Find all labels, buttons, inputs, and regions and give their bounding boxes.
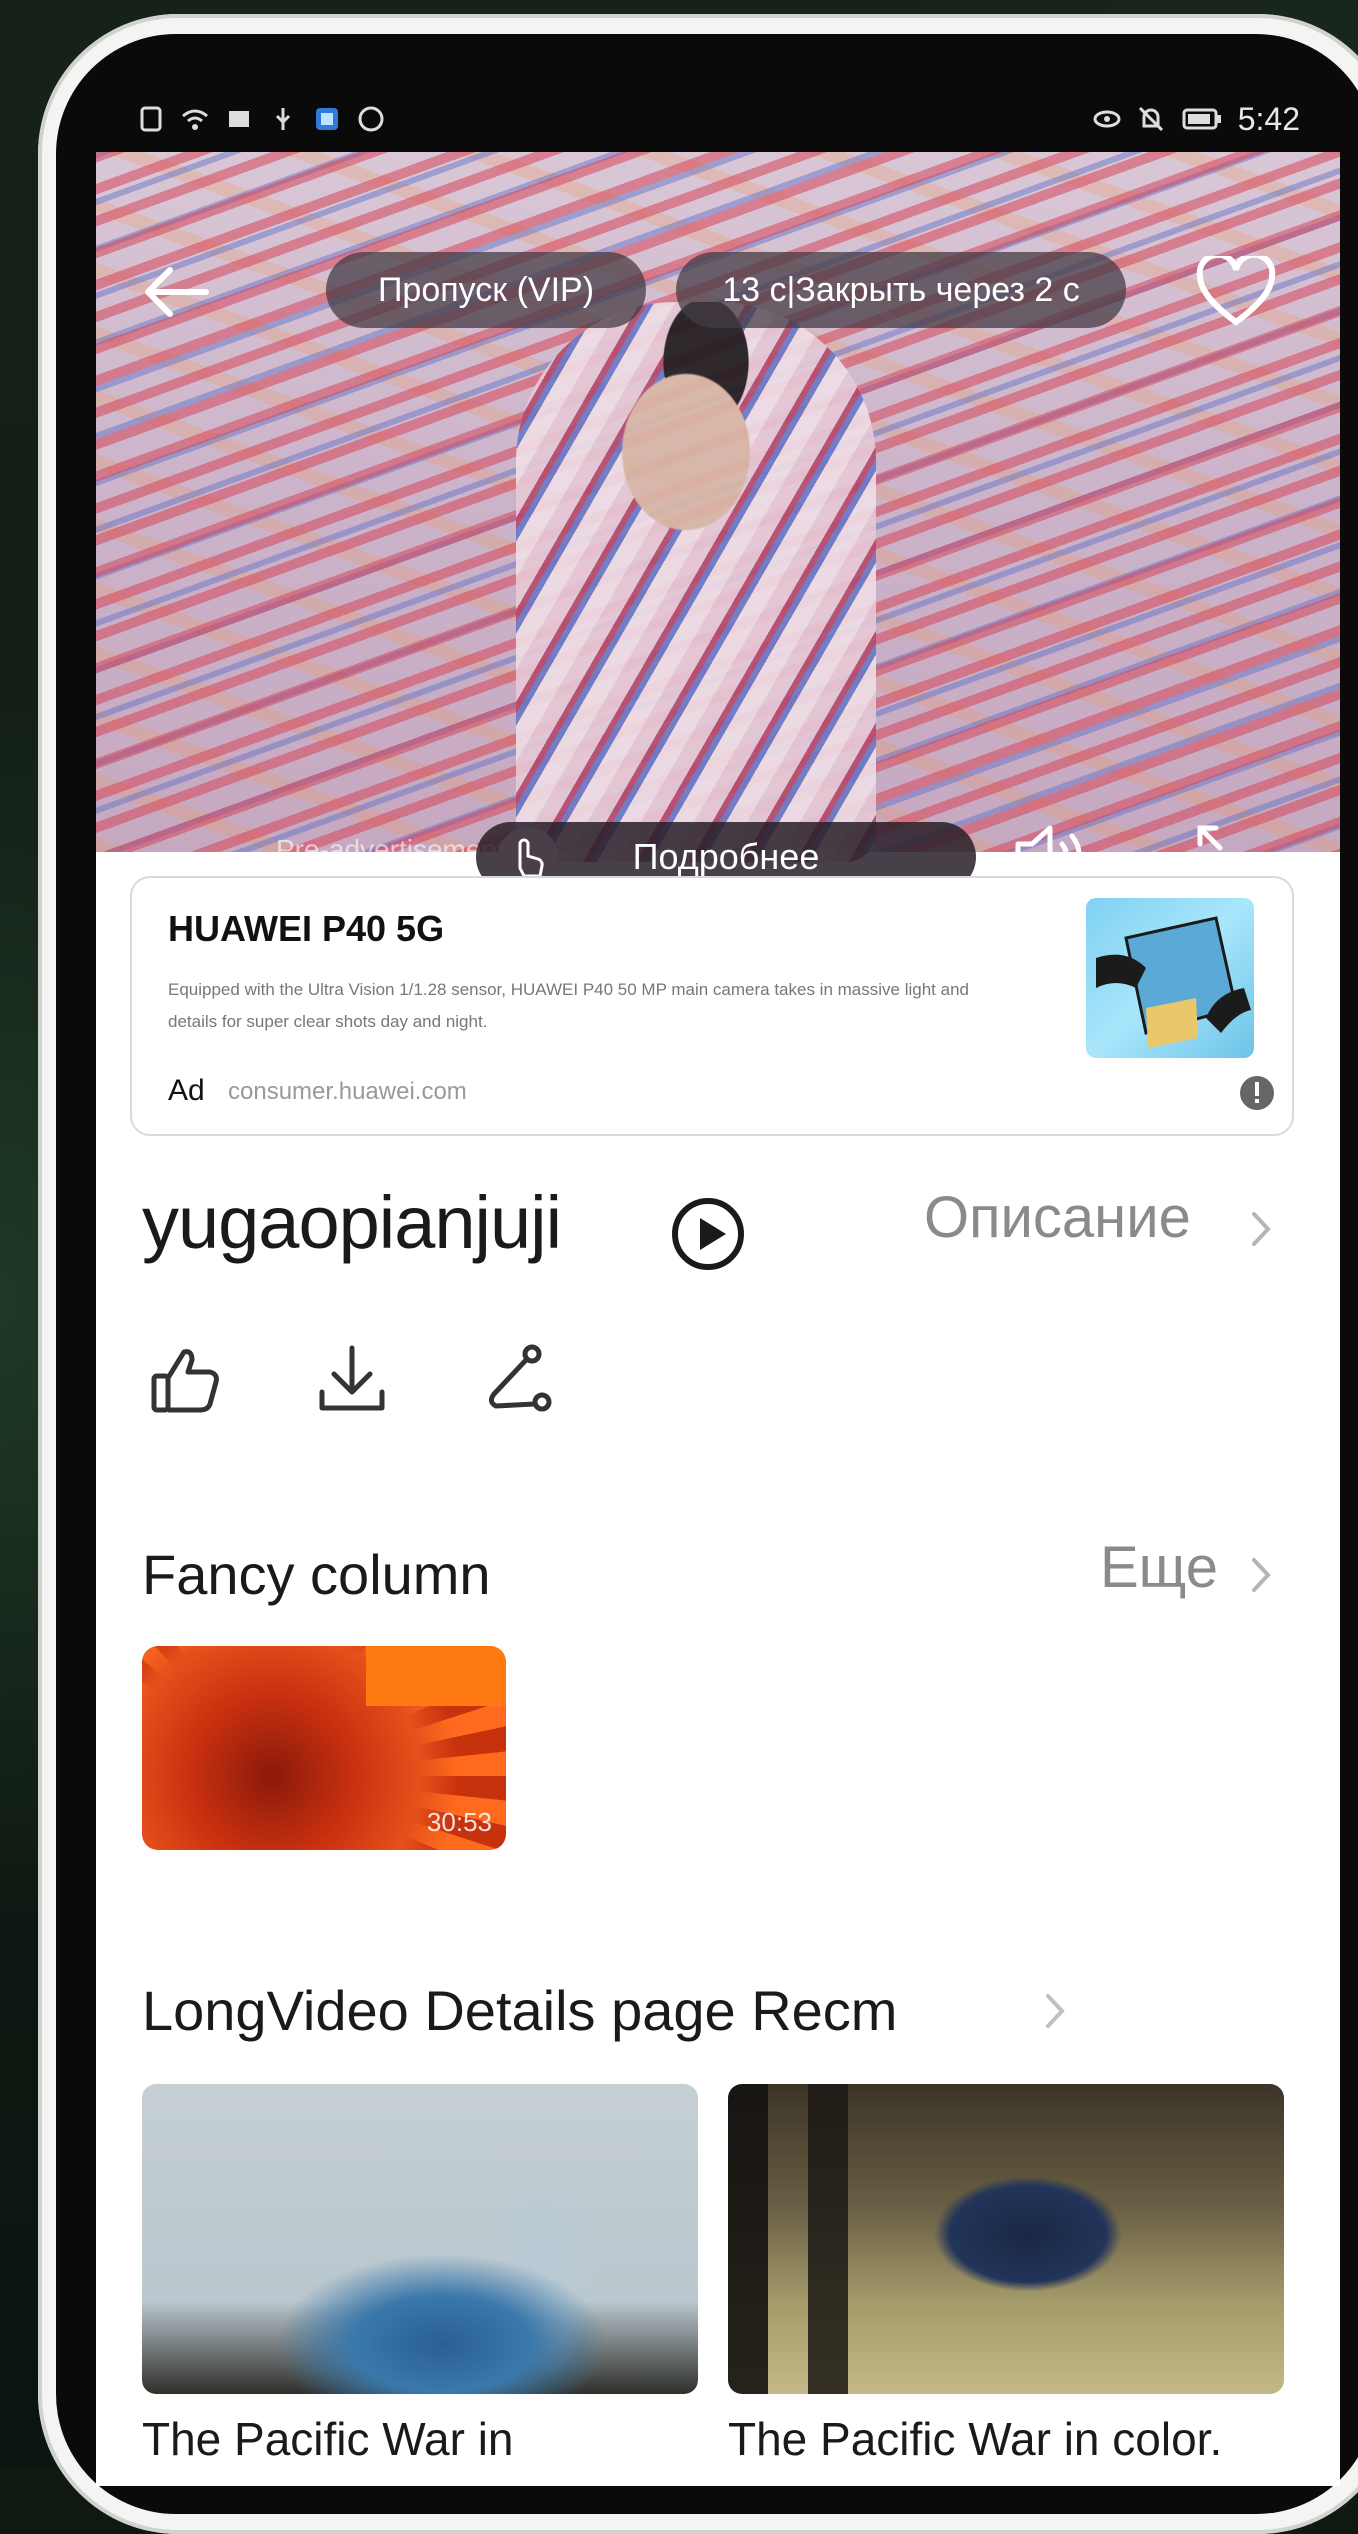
usb-icon <box>275 108 291 130</box>
wifi-icon <box>182 109 208 130</box>
phone-hands-illustration <box>1096 916 1251 1048</box>
description-link[interactable]: Описание <box>924 1184 1191 1251</box>
info-icon[interactable] <box>1238 1074 1276 1112</box>
chevron-right-icon[interactable] <box>1246 1204 1276 1254</box>
recommendation-title[interactable]: The Pacific War in <box>142 2412 514 2466</box>
action-row <box>146 1340 558 1420</box>
fancy-column-heading: Fancy column <box>142 1543 491 1606</box>
fancy-column-thumbnail[interactable]: 30:53 <box>142 1646 506 1850</box>
ad-description: Equipped with the Ultra Vision 1/1.28 se… <box>168 980 969 1031</box>
heart-icon[interactable] <box>1196 256 1276 328</box>
video-duration: 30:53 <box>426 1807 492 1837</box>
video-player[interactable]: Пропуск (VIP) 13 с|Закрыть через 2 с Pre… <box>96 152 1340 892</box>
recommendation-thumbnail[interactable] <box>142 2084 698 2394</box>
ad-title: HUAWEI P40 5G <box>168 908 445 949</box>
skip-ad-vip-button[interactable]: Пропуск (VIP) <box>326 252 646 328</box>
ad-label: Ad <box>168 1074 205 1107</box>
pre-advertisement-label: Pre-advertisement <box>276 834 505 865</box>
eye-comfort-icon <box>1093 110 1121 128</box>
download-icon[interactable] <box>312 1340 392 1420</box>
recommendation-title[interactable]: The Pacific War in color. <box>728 2412 1222 2466</box>
recommendation-thumbnail[interactable] <box>728 2084 1284 2394</box>
ad-card[interactable]: HUAWEI P40 5G Equipped with the Ultra Vi… <box>130 876 1294 1136</box>
recommendations-heading[interactable]: LongVideo Details page Recm <box>142 1978 897 2043</box>
chevron-right-icon[interactable] <box>1040 1986 1070 2036</box>
whatsapp-icon <box>358 106 384 132</box>
clock: 5:42 <box>1237 100 1300 137</box>
ad-product-image <box>1086 898 1254 1058</box>
share-icon[interactable] <box>478 1340 558 1420</box>
ad-domain[interactable]: consumer.huawei.com <box>228 1078 467 1106</box>
app-notification-icon <box>316 108 338 130</box>
back-arrow-icon[interactable] <box>136 252 216 332</box>
mute-bell-icon <box>1138 106 1163 132</box>
video-frame-figure <box>516 302 876 862</box>
message-icon <box>229 111 249 127</box>
thumbnail-corner <box>366 1646 506 1706</box>
battery-icon <box>1182 108 1221 130</box>
sim-icon <box>140 106 162 132</box>
screen: Пропуск (VIP) 13 с|Закрыть через 2 с Pre… <box>96 86 1340 2486</box>
video-title: yugaopianjuji <box>142 1181 562 1264</box>
play-circle-icon[interactable] <box>670 1196 746 1272</box>
more-link[interactable]: Еще <box>1100 1534 1218 1601</box>
status-bar: 5:42 <box>96 86 1340 152</box>
ad-countdown-button[interactable]: 13 с|Закрыть через 2 с <box>676 252 1126 328</box>
like-thumb-up-icon[interactable] <box>146 1340 226 1420</box>
chevron-right-icon[interactable] <box>1246 1550 1276 1600</box>
